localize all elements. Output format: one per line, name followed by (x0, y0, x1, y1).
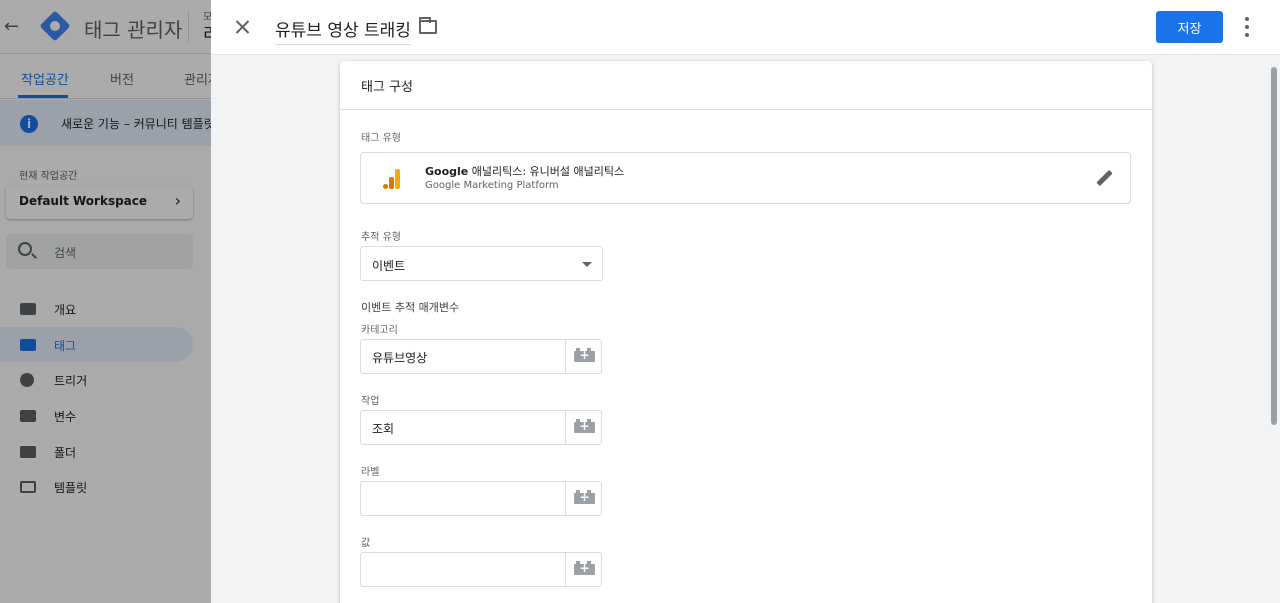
variable-picker-button[interactable] (565, 481, 603, 516)
action-input[interactable]: 조회 (360, 410, 602, 445)
sheet-header: 유튜브 영상 트래킹 저장 (211, 0, 1280, 55)
folder-icon[interactable] (419, 17, 437, 34)
variable-add-icon (574, 490, 595, 504)
value-input[interactable] (360, 552, 602, 587)
tag-type-brand: Google (425, 165, 469, 178)
variable-add-icon (574, 419, 595, 433)
edit-pencil-icon[interactable] (1096, 170, 1114, 188)
label-label: 라벨 (361, 467, 380, 478)
variable-picker-button[interactable] (565, 552, 603, 587)
card-divider (340, 109, 1152, 110)
close-icon[interactable] (231, 15, 255, 39)
event-params-label: 이벤트 추적 매개변수 (361, 301, 460, 314)
category-input[interactable]: 유튜브영상 (360, 339, 602, 374)
value-label: 값 (361, 538, 371, 549)
variable-picker-button[interactable] (565, 339, 603, 374)
category-value: 유튜브영상 (372, 351, 428, 365)
save-button[interactable]: 저장 (1156, 11, 1223, 43)
action-value: 조회 (372, 422, 395, 436)
variable-add-icon (574, 561, 595, 575)
tag-type-label: 태그 유형 (361, 133, 401, 144)
google-analytics-icon (383, 167, 401, 189)
tag-type-platform: Google Marketing Platform (425, 180, 559, 191)
tag-type-title: Google 애널리틱스: 유니버설 애널리틱스 (425, 163, 624, 179)
action-label: 작업 (361, 396, 380, 407)
variable-picker-button[interactable] (565, 410, 603, 445)
more-vert-icon[interactable] (1237, 15, 1257, 39)
category-label: 카테고리 (361, 325, 398, 336)
label-input[interactable] (360, 481, 602, 516)
tag-type-selector[interactable]: Google 애널리틱스: 유니버설 애널리틱스 Google Marketin… (360, 152, 1131, 204)
tracking-type-label: 추적 유형 (361, 232, 401, 243)
tag-configuration-card: 태그 구성 태그 유형 Google 애널리틱스: 유니버설 애널리틱스 Goo… (340, 61, 1152, 603)
tracking-type-select[interactable]: 이벤트 (360, 246, 603, 281)
tag-name-input[interactable]: 유튜브 영상 트래킹 (275, 16, 411, 45)
variable-add-icon (574, 348, 595, 362)
tracking-type-value: 이벤트 (372, 259, 406, 273)
dropdown-arrow-icon (582, 262, 592, 267)
scrollbar[interactable] (1271, 67, 1277, 425)
tag-type-name: 애널리틱스: 유니버설 애널리틱스 (471, 165, 625, 178)
tag-editor-sheet: 유튜브 영상 트래킹 저장 태그 구성 태그 유형 Google 애널리틱스: … (211, 0, 1280, 603)
card-title: 태그 구성 (361, 80, 413, 95)
